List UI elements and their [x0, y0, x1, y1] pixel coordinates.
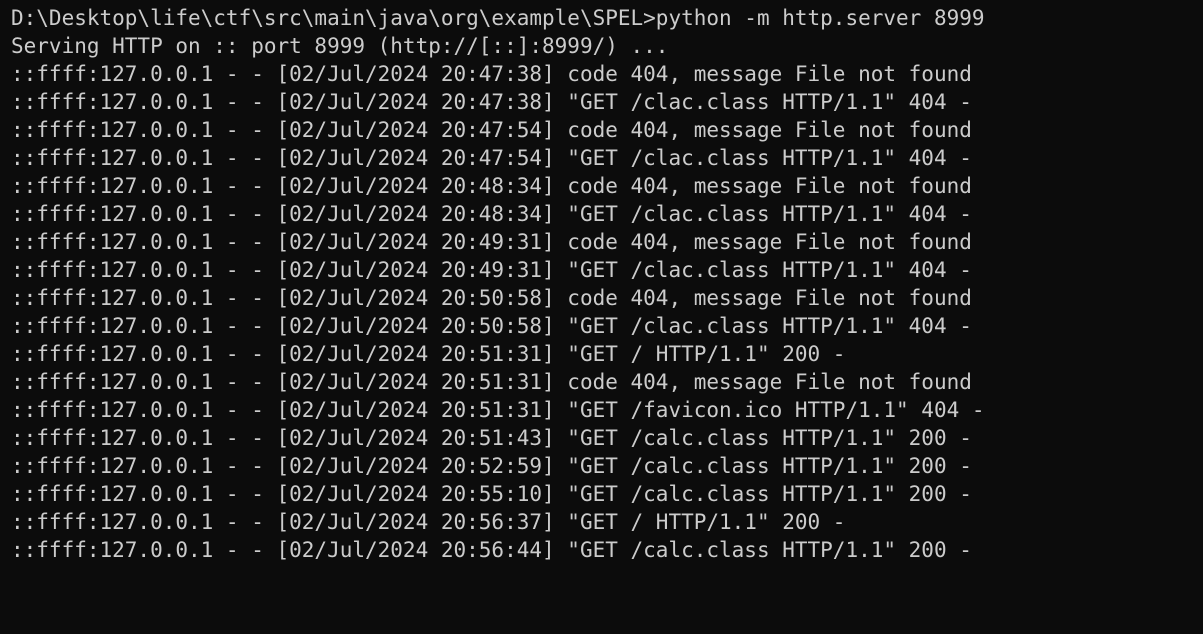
log-line: ::ffff:127.0.0.1 - - [02/Jul/2024 20:55:… [11, 482, 972, 506]
log-line: ::ffff:127.0.0.1 - - [02/Jul/2024 20:52:… [11, 454, 972, 478]
log-line: ::ffff:127.0.0.1 - - [02/Jul/2024 20:47:… [11, 146, 972, 170]
terminal-command-line: D:\Desktop\life\ctf\src\main\java\org\ex… [11, 6, 985, 30]
log-line: ::ffff:127.0.0.1 - - [02/Jul/2024 20:47:… [11, 62, 972, 86]
log-line: ::ffff:127.0.0.1 - - [02/Jul/2024 20:51:… [11, 370, 972, 394]
server-status-line: Serving HTTP on :: port 8999 (http://[::… [11, 34, 669, 58]
log-line: ::ffff:127.0.0.1 - - [02/Jul/2024 20:48:… [11, 202, 972, 226]
log-line: ::ffff:127.0.0.1 - - [02/Jul/2024 20:51:… [11, 426, 972, 450]
log-line: ::ffff:127.0.0.1 - - [02/Jul/2024 20:51:… [11, 342, 846, 366]
log-line: ::ffff:127.0.0.1 - - [02/Jul/2024 20:49:… [11, 258, 972, 282]
log-line: ::ffff:127.0.0.1 - - [02/Jul/2024 20:56:… [11, 538, 972, 562]
terminal-output[interactable]: D:\Desktop\life\ctf\src\main\java\org\ex… [0, 0, 1203, 634]
log-line: ::ffff:127.0.0.1 - - [02/Jul/2024 20:47:… [11, 90, 972, 114]
log-line: ::ffff:127.0.0.1 - - [02/Jul/2024 20:51:… [11, 398, 985, 422]
log-line: ::ffff:127.0.0.1 - - [02/Jul/2024 20:56:… [11, 510, 846, 534]
log-line: ::ffff:127.0.0.1 - - [02/Jul/2024 20:49:… [11, 230, 972, 254]
log-line: ::ffff:127.0.0.1 - - [02/Jul/2024 20:50:… [11, 314, 972, 338]
log-line: ::ffff:127.0.0.1 - - [02/Jul/2024 20:47:… [11, 118, 972, 142]
log-line: ::ffff:127.0.0.1 - - [02/Jul/2024 20:48:… [11, 174, 972, 198]
log-line: ::ffff:127.0.0.1 - - [02/Jul/2024 20:50:… [11, 286, 972, 310]
